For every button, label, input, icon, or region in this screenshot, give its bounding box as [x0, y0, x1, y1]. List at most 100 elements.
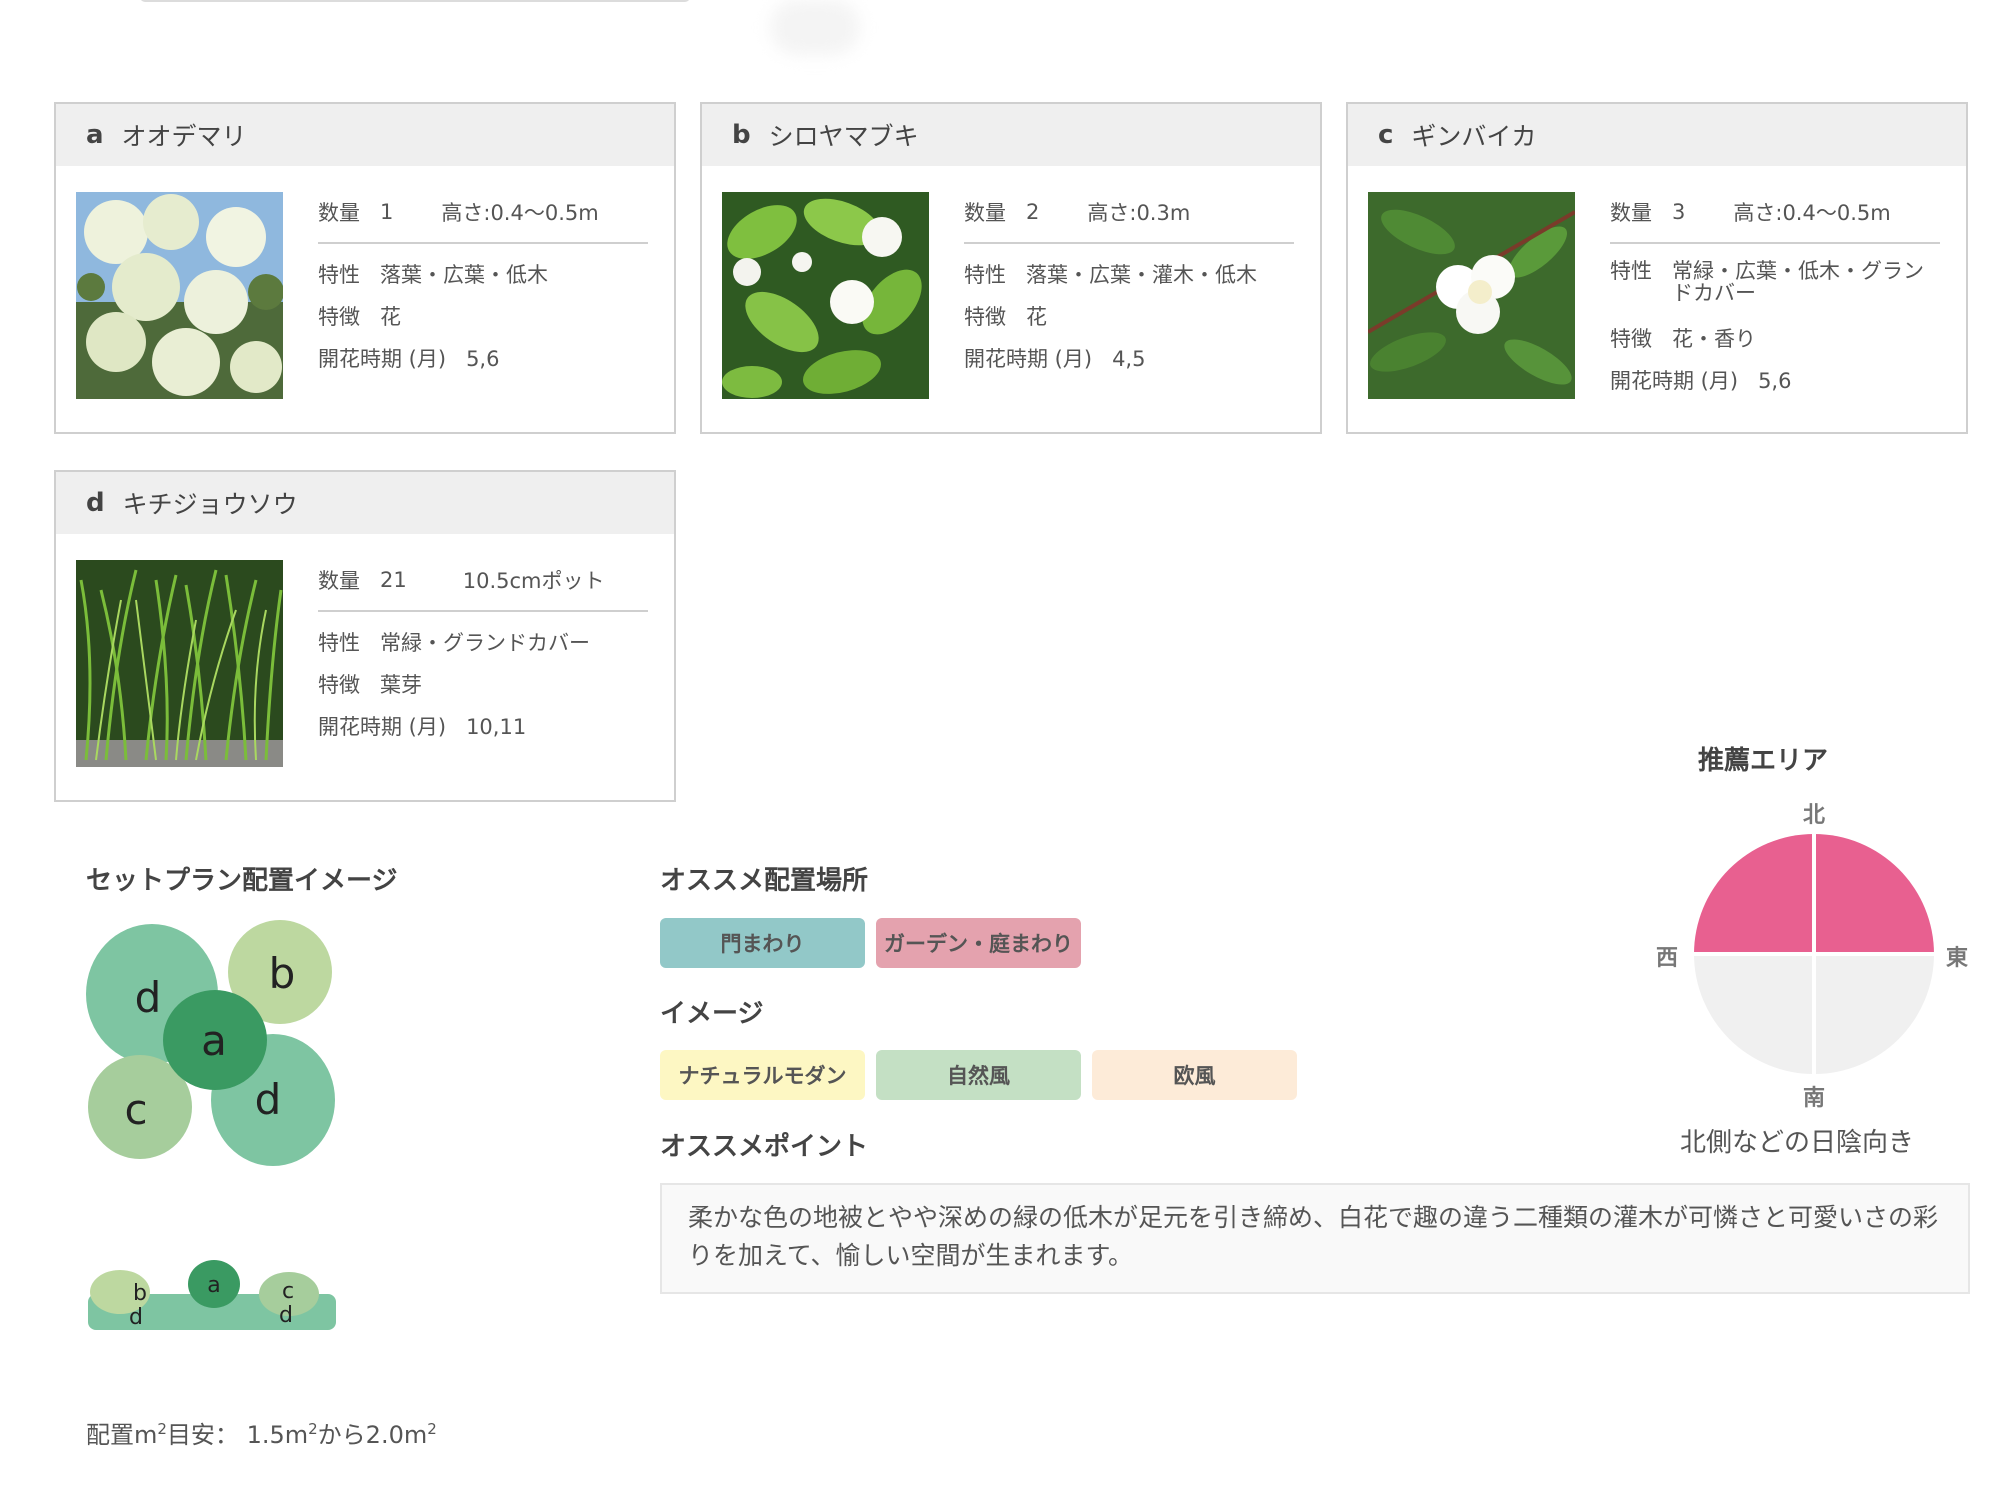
tag-gate: 門まわり — [660, 918, 865, 968]
bloom-label: 開花時期 (月) — [318, 347, 447, 371]
plant-photo-ginbaika — [1368, 192, 1575, 399]
plant-info: 数量 2 高さ:0.3m 特性 落葉・広葉・灌木・低木 特徴花 開花時期 (月) 4… — [964, 192, 1294, 386]
side-letter-c: c — [282, 1279, 294, 1304]
feature-label: 特徴 — [964, 305, 1006, 329]
size-prefix: 配置m — [86, 1421, 158, 1449]
plant-info: 数量 3 高さ:0.4〜0.5m 特性 常緑・広葉・低木・グランドカバー 特徴 花・… — [1610, 192, 1940, 408]
card-header: b シロヤマブキ — [702, 104, 1320, 166]
feature-value: 花・香り — [1672, 327, 1756, 351]
size-middle2: から2.0m — [317, 1421, 428, 1449]
size-value: 高さ:0.3m — [1087, 201, 1191, 225]
card-letter: a — [86, 120, 104, 150]
area-title: 推薦エリア — [1698, 746, 1829, 776]
point-title: オススメポイント — [660, 1132, 869, 1162]
plant-info: 数量 21 10.5cmポット 特性 常緑・グランドカバー 特徴 葉芽 開花時期 (… — [318, 560, 648, 754]
plant-photo-shiroyamabuki — [722, 192, 929, 399]
bloom-label: 開花時期 (月) — [318, 715, 447, 739]
location-title: オススメ配置場所 — [660, 866, 869, 896]
plant-card-b: b シロヤマブキ 数量 2 高さ:0.3m 特性 落葉・広葉・灌木・低木 特徴花 … — [700, 102, 1322, 434]
feature-label: 特徴 — [318, 673, 360, 697]
bloom-value: 5,6 — [1758, 369, 1792, 393]
card-letter: c — [1378, 120, 1394, 150]
quadrant-south-west — [1694, 954, 1814, 1074]
side-letter-a: a — [207, 1273, 220, 1298]
tag-garden: ガーデン・庭まわり — [876, 918, 1081, 968]
bloom-value: 4,5 — [1112, 347, 1146, 371]
trait-label: 特性 — [318, 263, 360, 287]
qty-label: 数量 — [964, 201, 1006, 225]
area-size-note: 配置m2目安： 1.5m2から2.0m2 — [86, 1415, 437, 1450]
trait-label: 特性 — [964, 263, 1006, 287]
trait-value: 落葉・広葉・低木 — [380, 263, 548, 287]
compass-west: 西 — [1656, 946, 1679, 971]
size-value: 10.5cmポット — [462, 569, 605, 593]
size-sup-1: 2 — [157, 1420, 167, 1438]
trait-value: 常緑・グランドカバー — [380, 631, 590, 655]
quadrant-north-west — [1694, 834, 1814, 954]
trait-label: 特性 — [1610, 259, 1652, 283]
qty-value: 21 — [380, 568, 407, 592]
top-decoration — [770, 0, 860, 55]
plan-letter-d: d — [135, 973, 162, 1022]
card-header: a オオデマリ — [56, 104, 674, 166]
plant-name: ギンバイカ — [1411, 122, 1537, 151]
plant-photo-kichijousou — [76, 560, 283, 767]
side-letter-b: b — [133, 1281, 147, 1306]
plan-top-view: d b a c d — [86, 920, 335, 1166]
plan-letter-b: b — [269, 949, 296, 998]
plant-card-a: a オオデマリ 数量 1 高さ:0.4〜0.5m 特性 落葉・広葉・低木 特徴花 … — [54, 102, 676, 434]
compass-south: 南 — [1803, 1086, 1826, 1111]
plan-title: セットプラン配置イメージ — [86, 866, 398, 896]
qty-value: 3 — [1672, 200, 1686, 224]
area-note: 北側などの日陰向き — [1680, 1128, 1915, 1158]
tag-european: 欧風 — [1092, 1050, 1297, 1100]
bloom-value: 5,6 — [466, 347, 500, 371]
feature-label: 特徴 — [1610, 327, 1652, 351]
card-header: d キチジョウソウ — [56, 472, 674, 534]
side-letter-d: d — [129, 1305, 143, 1330]
bloom-label: 開花時期 (月) — [964, 347, 1093, 371]
qty-value: 1 — [380, 200, 394, 224]
size-value: 高さ:0.4〜0.5m — [1733, 201, 1891, 225]
tag-natural-modern: ナチュラルモダン — [660, 1050, 865, 1100]
plant-name: シロヤマブキ — [768, 122, 919, 151]
trait-value: 落葉・広葉・灌木・低木 — [1026, 263, 1257, 287]
card-letter: d — [86, 488, 105, 518]
plan-side-view: b d a c d — [88, 1260, 336, 1330]
trait-label: 特性 — [318, 631, 360, 655]
plant-name: キチジョウソウ — [122, 490, 298, 519]
plan-letter-d2: d — [255, 1075, 282, 1124]
size-sup-2: 2 — [308, 1420, 318, 1438]
feature-value: 葉芽 — [380, 673, 422, 697]
feature-value: 花 — [1026, 305, 1047, 329]
card-header: c ギンバイカ — [1348, 104, 1966, 166]
size-value: 高さ:0.4〜0.5m — [441, 201, 599, 225]
quadrant-south-east — [1814, 954, 1934, 1074]
plant-photo-otemari — [76, 192, 283, 399]
plant-card-d: d キチジョウソウ 数量 21 10.5cmポット 特性 常緑・グランドカバー 特… — [54, 470, 676, 802]
tag-natural: 自然風 — [876, 1050, 1081, 1100]
bloom-label: 開花時期 (月) — [1610, 369, 1739, 393]
plant-name: オオデマリ — [121, 122, 247, 151]
quadrant-north-east — [1814, 834, 1934, 954]
plant-info: 数量 1 高さ:0.4〜0.5m 特性 落葉・広葉・低木 特徴花 開花時期 (月)… — [318, 192, 648, 386]
qty-label: 数量 — [318, 201, 360, 225]
compass-east: 東 — [1946, 946, 1969, 971]
trait-value: 常緑・広葉・低木・グランドカバー — [1672, 259, 1924, 305]
side-letter-d2: d — [279, 1303, 293, 1328]
image-title: イメージ — [660, 999, 764, 1029]
size-middle: 目安： 1.5m — [166, 1421, 309, 1449]
top-search-bar-edge — [140, 0, 690, 2]
point-text: 柔かな色の地被とやや深めの緑の低木が足元を引き締め、白花で趣の違う二種類の灌木が… — [660, 1183, 1970, 1294]
bloom-value: 10,11 — [466, 715, 527, 739]
plan-letter-a: a — [201, 1016, 227, 1065]
compass-north: 北 — [1803, 803, 1826, 828]
area-compass — [1690, 830, 1938, 1078]
qty-value: 2 — [1026, 200, 1040, 224]
qty-label: 数量 — [1610, 201, 1652, 225]
qty-label: 数量 — [318, 569, 360, 593]
plan-letter-c: c — [124, 1085, 147, 1134]
feature-value: 花 — [380, 305, 401, 329]
plant-card-c: c ギンバイカ 数量 3 高さ:0.4〜0.5m 特性 常緑・広葉・低木・グランド… — [1346, 102, 1968, 434]
feature-label: 特徴 — [318, 305, 360, 329]
